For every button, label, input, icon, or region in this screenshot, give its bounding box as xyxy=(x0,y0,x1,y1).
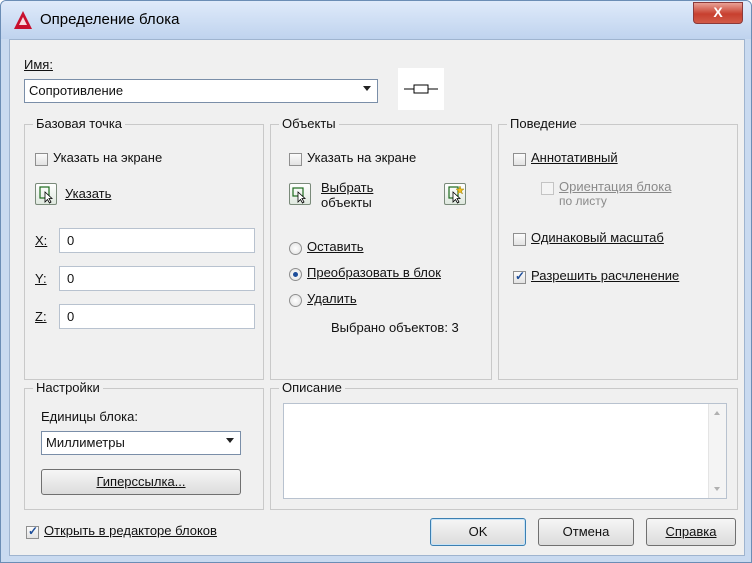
z-label: Z: xyxy=(35,309,47,324)
description-group: Описание xyxy=(270,380,738,510)
chevron-down-icon[interactable] xyxy=(363,86,371,91)
uniform-scale-label: Одинаковый масштаб xyxy=(531,230,664,245)
base-specify-label: Указать на экране xyxy=(53,150,163,165)
quick-select-button[interactable] xyxy=(444,183,466,205)
orient-label-line2: по листу xyxy=(559,194,607,208)
autocad-logo-icon xyxy=(14,11,32,29)
delete-radio[interactable] xyxy=(289,294,302,307)
objects-title: Объекты xyxy=(279,116,339,131)
select-objects-label-line2[interactable]: объекты xyxy=(321,195,372,210)
pick-point-button[interactable] xyxy=(35,183,57,205)
pick-point-icon xyxy=(39,186,54,204)
y-value: 0 xyxy=(67,271,75,286)
scroll-down-icon[interactable] xyxy=(714,487,720,491)
cancel-button[interactable]: Отмена xyxy=(538,518,634,546)
description-textarea[interactable] xyxy=(283,403,727,499)
base-point-group: Базовая точка Указать на экране Указать … xyxy=(24,116,264,380)
hyperlink-label: Гиперссылка... xyxy=(96,474,186,489)
orient-checkbox[interactable] xyxy=(541,182,554,195)
x-input[interactable]: 0 xyxy=(59,228,255,253)
annotative-checkbox[interactable] xyxy=(513,153,526,166)
allow-explode-checkbox[interactable] xyxy=(513,269,526,284)
close-button[interactable]: X xyxy=(693,2,743,24)
base-specify-checkbox[interactable] xyxy=(35,153,48,166)
chevron-down-icon[interactable] xyxy=(226,438,234,443)
units-select[interactable]: Миллиметры xyxy=(41,431,241,455)
select-objects-button[interactable] xyxy=(289,183,311,205)
z-input[interactable]: 0 xyxy=(59,304,255,329)
behavior-group: Поведение Аннотативный Ориентация блока … xyxy=(498,116,738,380)
scroll-up-icon[interactable] xyxy=(714,411,720,415)
objects-specify-label: Указать на экране xyxy=(307,150,417,165)
orient-label-line1: Ориентация блока xyxy=(559,179,672,194)
units-label: Единицы блока: xyxy=(41,409,138,424)
convert-label: Преобразовать в блок xyxy=(307,265,441,280)
name-label: Имя: xyxy=(24,57,53,72)
selected-count: Выбрано объектов: 3 xyxy=(331,320,459,335)
pick-point-label[interactable]: Указать xyxy=(65,186,111,201)
objects-specify-checkbox[interactable] xyxy=(289,153,302,166)
window-title: Определение блока xyxy=(40,11,180,28)
select-objects-icon xyxy=(292,187,307,204)
delete-label: Удалить xyxy=(307,291,357,306)
description-scrollbar[interactable] xyxy=(708,404,726,498)
retain-label: Оставить xyxy=(307,239,364,254)
ok-button[interactable]: OK xyxy=(430,518,526,546)
annotative-label: Аннотативный xyxy=(531,150,618,165)
units-value: Миллиметры xyxy=(46,435,125,450)
uniform-scale-checkbox[interactable] xyxy=(513,233,526,246)
objects-group: Объекты Указать на экране Выбрать объект… xyxy=(270,116,492,380)
y-input[interactable]: 0 xyxy=(59,266,255,291)
title-bar[interactable]: Определение блока X xyxy=(1,1,751,39)
select-objects-label-line1[interactable]: Выбрать xyxy=(321,180,373,195)
help-button[interactable]: Справка xyxy=(646,518,736,546)
description-title: Описание xyxy=(279,380,345,395)
name-combobox[interactable]: Сопротивление xyxy=(24,79,378,103)
allow-explode-label: Разрешить расчленение xyxy=(531,268,680,283)
retain-radio[interactable] xyxy=(289,242,302,255)
x-value: 0 xyxy=(67,233,75,248)
help-label: Справка xyxy=(665,524,717,539)
open-in-editor-checkbox[interactable] xyxy=(26,524,39,539)
resistor-symbol-icon xyxy=(398,68,444,110)
hyperlink-button[interactable]: Гиперссылка... xyxy=(41,469,241,495)
settings-title: Настройки xyxy=(33,380,103,395)
y-label: Y: xyxy=(35,271,47,286)
behavior-title: Поведение xyxy=(507,116,580,131)
quick-select-icon xyxy=(448,185,465,204)
base-point-title: Базовая точка xyxy=(33,116,126,131)
z-value: 0 xyxy=(67,309,75,324)
open-in-editor-label: Открыть в редакторе блоков xyxy=(44,523,217,538)
convert-radio[interactable] xyxy=(289,268,302,281)
name-value: Сопротивление xyxy=(29,83,124,98)
block-definition-dialog: Определение блока X Имя: Сопротивление Б… xyxy=(0,0,752,563)
dialog-body: Имя: Сопротивление Базовая точка Указать… xyxy=(9,39,745,556)
x-label: X: xyxy=(35,233,48,248)
settings-group: Настройки Единицы блока: Миллиметры Гипе… xyxy=(24,380,264,510)
